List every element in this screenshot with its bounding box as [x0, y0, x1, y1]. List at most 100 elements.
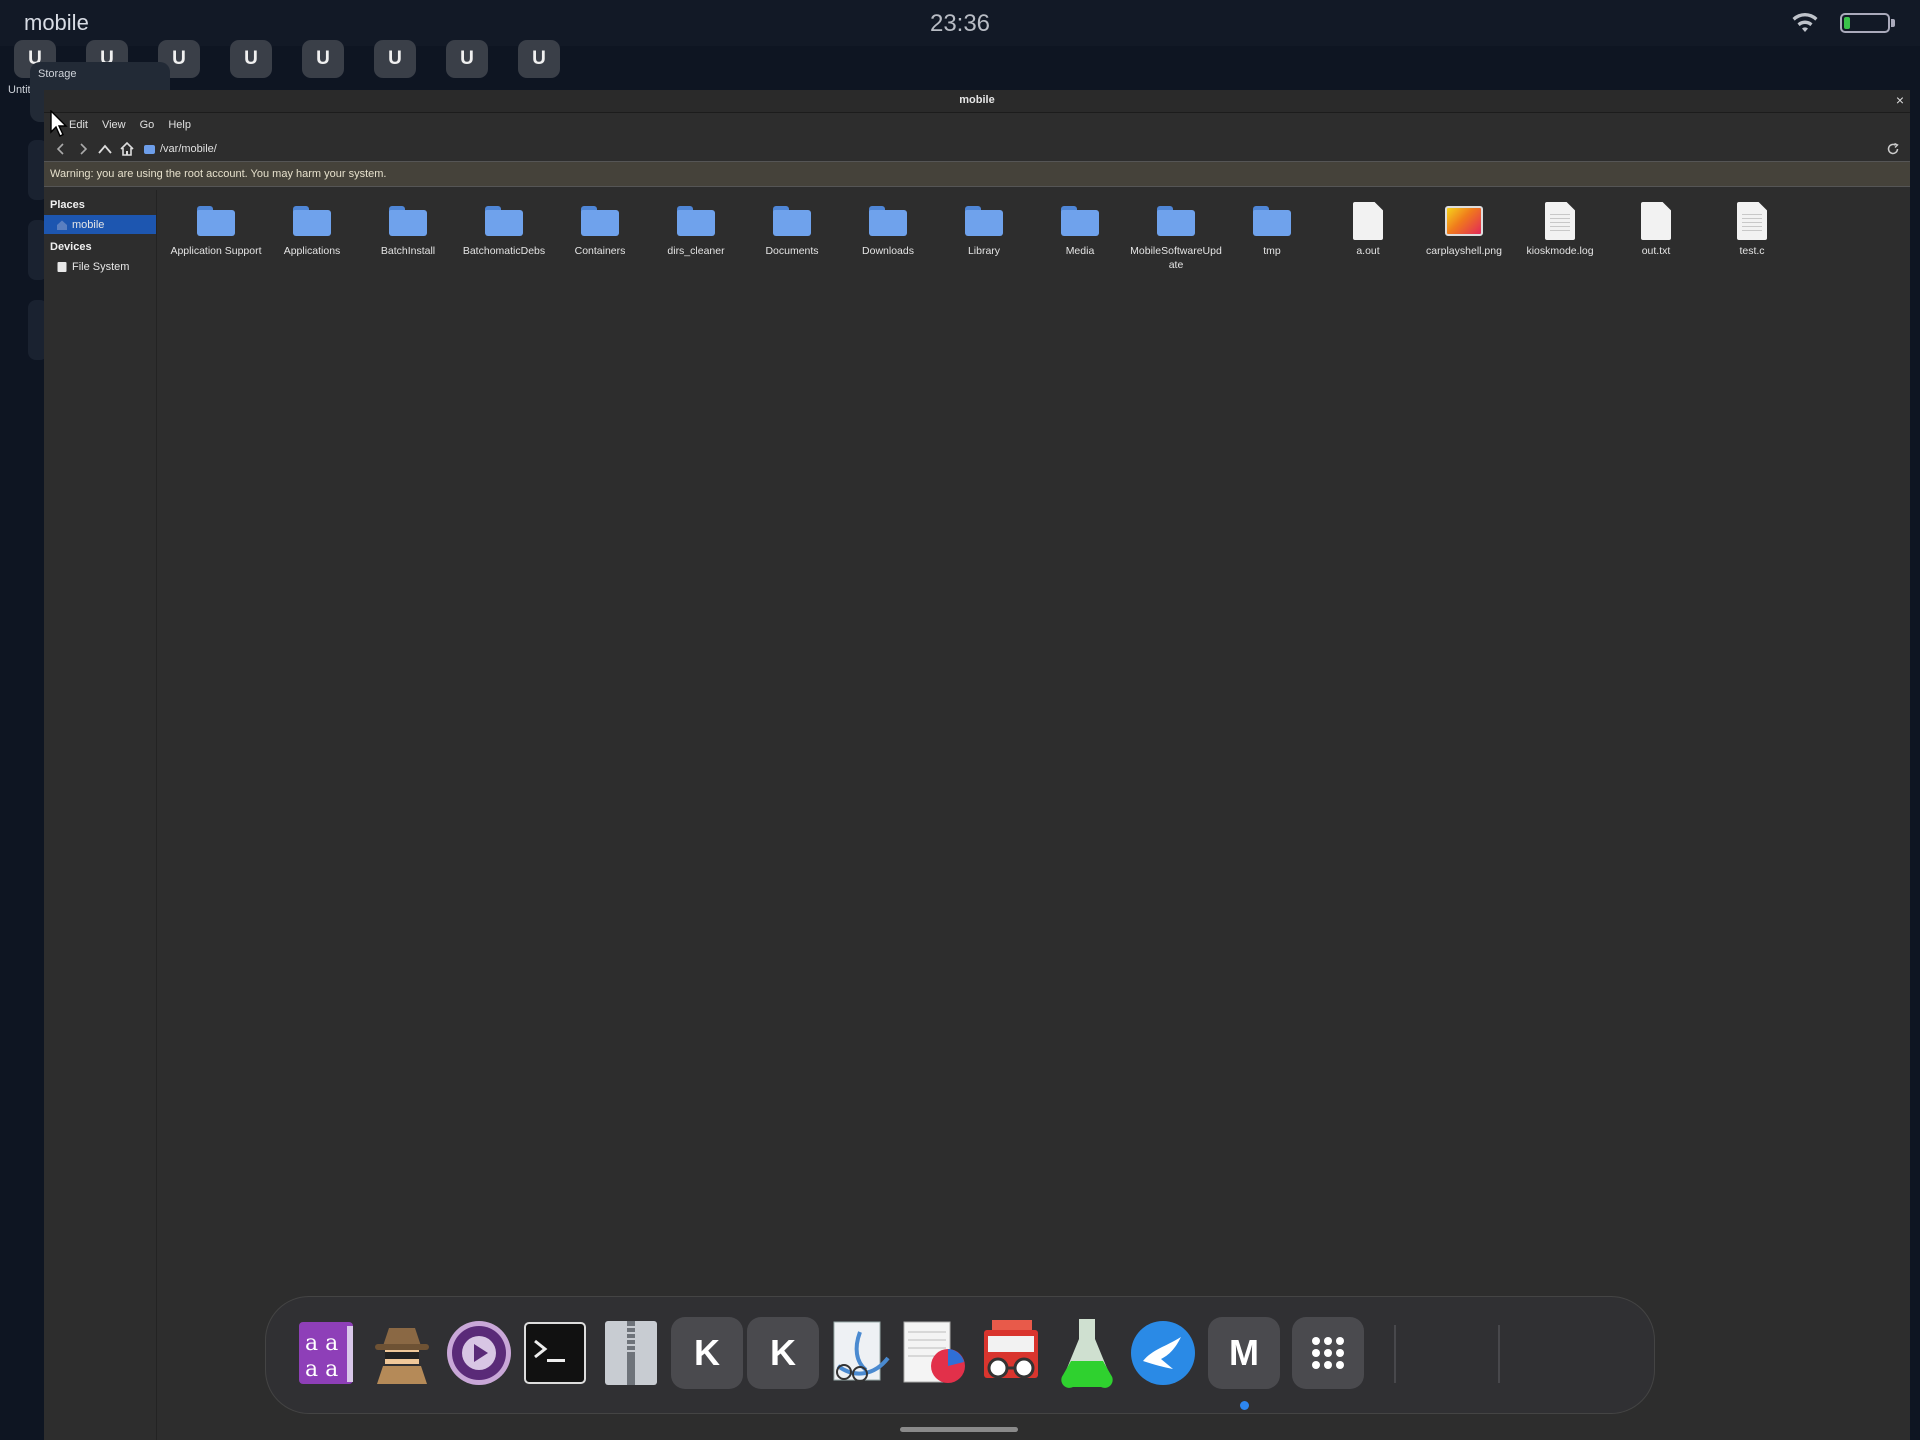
- file-item[interactable]: a.out: [1320, 200, 1416, 272]
- folder-icon: [771, 200, 813, 242]
- file-manager-window: mobile × Edit View Go Help /var/mobile/ War…: [44, 90, 1910, 1440]
- dock: a aa a KK M: [265, 1296, 1655, 1414]
- folder-item[interactable]: Library: [936, 200, 1032, 272]
- folder-item[interactable]: dirs_cleaner: [648, 200, 744, 272]
- background-app-icon[interactable]: U: [374, 40, 416, 78]
- document-viewer-icon[interactable]: [975, 1317, 1047, 1389]
- file-item[interactable]: carplayshell.png: [1416, 200, 1512, 272]
- app-letter-label: M: [1208, 1317, 1280, 1389]
- menu-item-go[interactable]: Go: [133, 119, 162, 131]
- terminal-icon[interactable]: [519, 1317, 591, 1389]
- file-icon: [1347, 200, 1389, 242]
- folder-item[interactable]: Applications: [264, 200, 360, 272]
- dock-separator: [1394, 1325, 1396, 1383]
- folder-item[interactable]: Containers: [552, 200, 648, 272]
- folder-icon: [867, 200, 909, 242]
- file-item[interactable]: out.txt: [1608, 200, 1704, 272]
- svg-text:a a: a a: [305, 1357, 338, 1382]
- parent-folder-button[interactable]: [94, 138, 116, 160]
- home-button[interactable]: [116, 138, 138, 160]
- menu-item-view[interactable]: View: [95, 119, 133, 131]
- root-warning-banner: Warning: you are using the root account.…: [44, 161, 1910, 187]
- places-sidebar: Places mobile Devices File System: [44, 190, 157, 1440]
- dictionary-app-icon[interactable]: a aa a: [290, 1317, 362, 1389]
- app-letter-label: K: [747, 1317, 819, 1389]
- back-button[interactable]: [50, 138, 72, 160]
- file-name-label: tmp: [1263, 245, 1281, 257]
- folder-icon: [483, 200, 525, 242]
- home-indicator[interactable]: [900, 1427, 1018, 1432]
- file-name-label: out.txt: [1641, 245, 1671, 257]
- mouse-cursor-icon: [50, 110, 68, 137]
- bird-app-icon[interactable]: [1127, 1317, 1199, 1389]
- folder-icon: [144, 144, 155, 154]
- k-app-icon[interactable]: K: [747, 1317, 819, 1389]
- m-app-icon[interactable]: M: [1208, 1317, 1280, 1389]
- dock-separator: [1498, 1325, 1500, 1383]
- clock: 23:36: [929, 10, 991, 37]
- toolbar: /var/mobile/: [44, 137, 1910, 161]
- folder-item[interactable]: BatchInstall: [360, 200, 456, 272]
- warning-text: Warning: you are using the root account.…: [50, 168, 387, 180]
- wifi-icon: [1792, 12, 1818, 32]
- drive-icon: [57, 261, 67, 272]
- media-player-icon[interactable]: [443, 1317, 515, 1389]
- file-name-label: Applications: [283, 245, 341, 257]
- file-name-label: BatchomaticDebs: [462, 245, 546, 257]
- folder-icon: [1059, 200, 1101, 242]
- chevron-up-icon: [98, 144, 112, 154]
- file-name-label: Library: [967, 245, 1001, 257]
- file-name-label: a.out: [1356, 245, 1380, 257]
- file-view[interactable]: Application Support Applications BatchInst…: [157, 190, 1910, 1440]
- file-name-label: kioskmode.log: [1526, 245, 1594, 257]
- window-titlebar[interactable]: mobile ×: [44, 90, 1910, 113]
- background-app-icon[interactable]: U: [518, 40, 560, 78]
- flask-icon[interactable]: [1051, 1317, 1123, 1389]
- path-text: /var/mobile/: [160, 143, 217, 155]
- spy-app-icon[interactable]: [366, 1317, 438, 1389]
- path-bar[interactable]: /var/mobile/: [144, 143, 217, 155]
- folder-item[interactable]: Downloads: [840, 200, 936, 272]
- folder-icon: [1251, 200, 1293, 242]
- folder-item[interactable]: Application Support: [168, 200, 264, 272]
- folder-item[interactable]: tmp: [1224, 200, 1320, 272]
- close-button[interactable]: ×: [1896, 92, 1904, 108]
- folder-item[interactable]: MobileSoftwareUpdate: [1128, 200, 1224, 272]
- archiver-icon[interactable]: [595, 1317, 667, 1389]
- folder-icon: [387, 200, 429, 242]
- folder-icon: [579, 200, 621, 242]
- refresh-icon: [1887, 142, 1899, 155]
- sidebar-item-label: mobile: [72, 218, 105, 231]
- folder-item[interactable]: BatchomaticDebs: [456, 200, 552, 272]
- storage-label: Storage: [38, 68, 77, 80]
- file-name-label: dirs_cleaner: [667, 245, 725, 257]
- sidebar-item-file-system[interactable]: File System: [44, 257, 156, 276]
- background-app-icon[interactable]: U: [302, 40, 344, 78]
- menu-bar: Edit View Go Help: [44, 113, 1910, 137]
- menu-item-help[interactable]: Help: [161, 119, 198, 131]
- chevron-right-icon: [80, 143, 88, 155]
- background-app-icon[interactable]: U: [446, 40, 488, 78]
- folder-item[interactable]: Media: [1032, 200, 1128, 272]
- folder-icon: [963, 200, 1005, 242]
- text-editor-icon[interactable]: [823, 1317, 895, 1389]
- background-app-icon[interactable]: U: [230, 40, 272, 78]
- folder-icon: [291, 200, 333, 242]
- forward-button[interactable]: [72, 138, 94, 160]
- sidebar-item-mobile[interactable]: mobile: [44, 215, 156, 234]
- app-letter-label: K: [671, 1317, 743, 1389]
- file-name-label: Media: [1065, 245, 1095, 257]
- text-file-icon: [1539, 200, 1581, 242]
- file-name-label: Downloads: [862, 245, 914, 257]
- file-item[interactable]: test.c: [1704, 200, 1800, 272]
- folder-item[interactable]: Documents: [744, 200, 840, 272]
- places-header: Places: [50, 199, 85, 211]
- k-app-icon[interactable]: K: [671, 1317, 743, 1389]
- file-name-label: MobileSoftwareUpdate: [1130, 245, 1222, 271]
- presentation-icon[interactable]: [899, 1317, 971, 1389]
- app-grid-icon[interactable]: [1292, 1317, 1364, 1389]
- home-icon: [120, 141, 134, 156]
- file-item[interactable]: kioskmode.log: [1512, 200, 1608, 272]
- file-name-label: BatchInstall: [380, 245, 436, 257]
- refresh-button[interactable]: [1882, 138, 1904, 160]
